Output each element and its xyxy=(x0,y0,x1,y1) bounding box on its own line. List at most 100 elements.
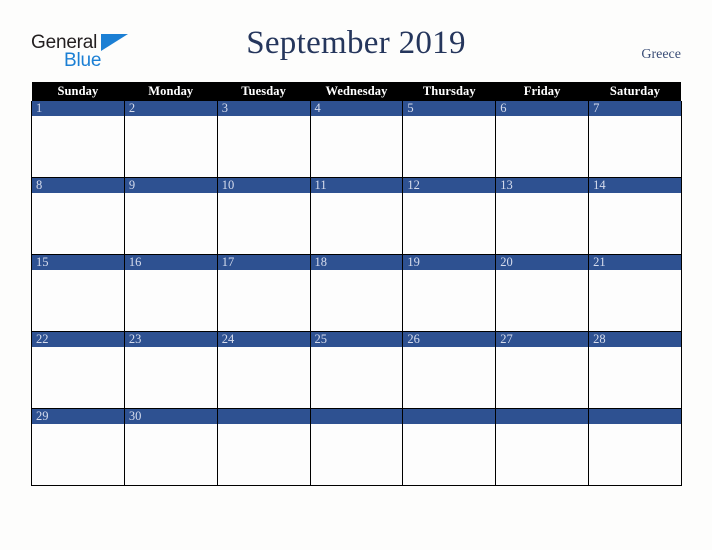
calendar-day-notes-area[interactable] xyxy=(32,270,124,331)
calendar-day-number: 25 xyxy=(310,332,403,347)
calendar-day-cell[interactable]: 1 xyxy=(31,101,125,178)
calendar-day-cell[interactable]: 15 xyxy=(31,254,125,332)
calendar-day-notes-area[interactable] xyxy=(124,347,217,408)
calendar-day-notes-area[interactable] xyxy=(310,424,403,485)
calendar-day-cell[interactable]: 8 xyxy=(31,177,125,255)
calendar-day-notes-area[interactable] xyxy=(496,347,589,408)
calendar-day-notes-area[interactable] xyxy=(589,424,681,485)
calendar-day-notes-area[interactable] xyxy=(124,424,217,485)
calendar-day-number: 29 xyxy=(32,409,124,424)
weekday-header-thursday: Thursday xyxy=(402,82,496,101)
calendar-day-cell-empty[interactable] xyxy=(495,408,590,486)
calendar-day-number: 28 xyxy=(589,332,681,347)
calendar-week-row: 8 9 10 11 12 13 14 xyxy=(31,177,682,255)
calendar-day-cell[interactable]: 14 xyxy=(588,177,682,255)
calendar-body: 1 2 3 4 5 6 7 8 9 10 11 12 13 14 15 16 17 18 19 20 21 22 23 24 2… xyxy=(31,101,682,486)
weekday-header-wednesday: Wednesday xyxy=(310,82,403,101)
calendar-day-cell[interactable]: 26 xyxy=(402,331,497,409)
calendar-day-notes-area[interactable] xyxy=(496,424,589,485)
calendar-day-number: 27 xyxy=(496,332,589,347)
page-title: September 2019 xyxy=(246,25,466,61)
calendar-day-notes-area[interactable] xyxy=(217,270,310,331)
page-header: General Blue September 2019 Greece xyxy=(0,0,712,78)
calendar-day-cell[interactable]: 5 xyxy=(402,101,497,178)
calendar-day-number: 1 xyxy=(32,101,124,116)
calendar-day-notes-area[interactable] xyxy=(403,347,496,408)
calendar-day-cell[interactable]: 4 xyxy=(309,101,404,178)
calendar-day-notes-area[interactable] xyxy=(32,116,124,177)
calendar-day-cell[interactable]: 19 xyxy=(402,254,497,332)
weekday-header-saturday: Saturday xyxy=(588,82,682,101)
calendar-day-number: 22 xyxy=(32,332,124,347)
calendar-day-notes-area[interactable] xyxy=(310,347,403,408)
calendar-day-cell[interactable]: 25 xyxy=(309,331,404,409)
calendar-day-cell-empty[interactable] xyxy=(402,408,497,486)
calendar-day-notes-area[interactable] xyxy=(496,193,589,254)
calendar-day-notes-area[interactable] xyxy=(403,270,496,331)
calendar-day-number xyxy=(310,409,403,424)
calendar-day-number: 9 xyxy=(124,178,217,193)
calendar-day-cell[interactable]: 7 xyxy=(588,101,682,178)
calendar-day-notes-area[interactable] xyxy=(32,347,124,408)
calendar-day-number xyxy=(496,409,589,424)
calendar-day-notes-area[interactable] xyxy=(124,116,217,177)
calendar-day-cell[interactable]: 10 xyxy=(216,177,311,255)
calendar-day-cell[interactable]: 18 xyxy=(309,254,404,332)
calendar-day-number: 2 xyxy=(124,101,217,116)
calendar-day-number: 26 xyxy=(403,332,496,347)
calendar-week-row: 29 30 xyxy=(31,408,682,486)
calendar-day-notes-area[interactable] xyxy=(589,270,681,331)
calendar-day-number: 13 xyxy=(496,178,589,193)
calendar-day-number: 11 xyxy=(310,178,403,193)
calendar-day-cell[interactable]: 30 xyxy=(123,408,218,486)
calendar-day-cell[interactable]: 22 xyxy=(31,331,125,409)
calendar-day-notes-area[interactable] xyxy=(124,270,217,331)
calendar-day-cell[interactable]: 29 xyxy=(31,408,125,486)
calendar-day-cell[interactable]: 17 xyxy=(216,254,311,332)
calendar-day-cell[interactable]: 6 xyxy=(495,101,590,178)
calendar-day-number: 20 xyxy=(496,255,589,270)
calendar-page: General Blue September 2019 Greece Sunda… xyxy=(0,0,712,550)
calendar-day-notes-area[interactable] xyxy=(310,193,403,254)
calendar-day-number xyxy=(217,409,310,424)
calendar-day-cell[interactable]: 13 xyxy=(495,177,590,255)
calendar-day-cell[interactable]: 24 xyxy=(216,331,311,409)
calendar-day-number: 3 xyxy=(217,101,310,116)
calendar-day-notes-area[interactable] xyxy=(589,193,681,254)
calendar-day-cell[interactable]: 23 xyxy=(123,331,218,409)
calendar-day-cell[interactable]: 21 xyxy=(588,254,682,332)
calendar-day-notes-area[interactable] xyxy=(589,347,681,408)
calendar-day-notes-area[interactable] xyxy=(217,424,310,485)
calendar-day-cell[interactable]: 2 xyxy=(123,101,218,178)
calendar-day-number: 7 xyxy=(589,101,681,116)
calendar-day-notes-area[interactable] xyxy=(496,270,589,331)
calendar-day-cell[interactable]: 20 xyxy=(495,254,590,332)
calendar-day-cell[interactable]: 3 xyxy=(216,101,311,178)
calendar-day-cell-empty[interactable] xyxy=(588,408,682,486)
weekday-header-monday: Monday xyxy=(124,82,218,101)
calendar-week-row: 15 16 17 18 19 20 21 xyxy=(31,254,682,332)
calendar-day-notes-area[interactable] xyxy=(32,193,124,254)
calendar-day-notes-area[interactable] xyxy=(310,116,403,177)
calendar-day-cell[interactable]: 27 xyxy=(495,331,590,409)
calendar-day-cell-empty[interactable] xyxy=(309,408,404,486)
calendar-day-cell-empty[interactable] xyxy=(216,408,311,486)
calendar-day-cell[interactable]: 9 xyxy=(123,177,218,255)
calendar-day-notes-area[interactable] xyxy=(403,424,496,485)
calendar-day-cell[interactable]: 16 xyxy=(123,254,218,332)
calendar-day-cell[interactable]: 11 xyxy=(309,177,404,255)
calendar-day-notes-area[interactable] xyxy=(403,116,496,177)
calendar-day-number: 12 xyxy=(403,178,496,193)
calendar-day-cell[interactable]: 12 xyxy=(402,177,497,255)
calendar-day-cell[interactable]: 28 xyxy=(588,331,682,409)
calendar-day-notes-area[interactable] xyxy=(217,193,310,254)
calendar-day-number: 16 xyxy=(124,255,217,270)
calendar-day-notes-area[interactable] xyxy=(310,270,403,331)
calendar-day-notes-area[interactable] xyxy=(217,347,310,408)
calendar-day-notes-area[interactable] xyxy=(124,193,217,254)
calendar-day-notes-area[interactable] xyxy=(589,116,681,177)
calendar-day-notes-area[interactable] xyxy=(32,424,124,485)
calendar-day-notes-area[interactable] xyxy=(403,193,496,254)
calendar-day-notes-area[interactable] xyxy=(496,116,589,177)
calendar-day-notes-area[interactable] xyxy=(217,116,310,177)
